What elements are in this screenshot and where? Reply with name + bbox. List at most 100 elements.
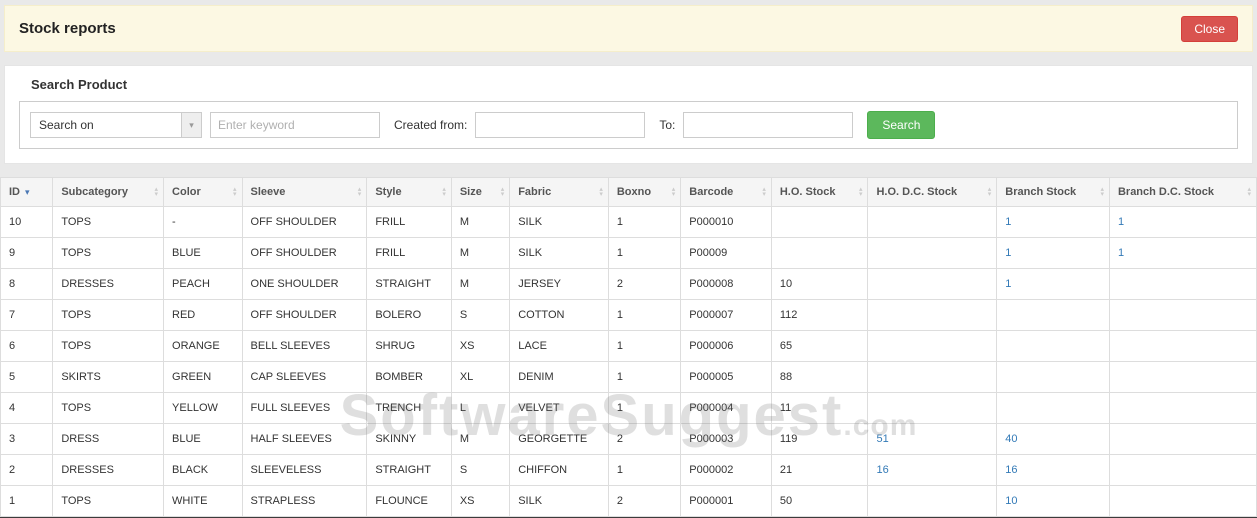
table-cell: FRILL bbox=[367, 207, 452, 238]
table-cell: CHIFFON bbox=[510, 455, 609, 486]
column-header[interactable]: Branch D.C. Stock▴▾ bbox=[1109, 178, 1256, 207]
to-label: To: bbox=[659, 118, 675, 132]
column-header[interactable]: Style▴▾ bbox=[367, 178, 452, 207]
table-cell: P000004 bbox=[681, 393, 772, 424]
table-cell: 11 bbox=[771, 393, 868, 424]
table-cell: P000007 bbox=[681, 300, 772, 331]
table-cell bbox=[771, 207, 868, 238]
table-cell: GEORGETTE bbox=[510, 424, 609, 455]
table-cell: 1 bbox=[1109, 238, 1256, 269]
table-cell: ONE SHOULDER bbox=[242, 269, 367, 300]
sort-icon: ▴▾ bbox=[988, 187, 992, 197]
table-cell: M bbox=[451, 269, 509, 300]
table-cell: GREEN bbox=[164, 362, 243, 393]
table-cell: DRESS bbox=[53, 424, 164, 455]
column-header[interactable]: Barcode▴▾ bbox=[681, 178, 772, 207]
table-cell bbox=[1109, 393, 1256, 424]
table-cell: 88 bbox=[771, 362, 868, 393]
stock-link[interactable]: 51 bbox=[876, 433, 888, 445]
table-cell: P000008 bbox=[681, 269, 772, 300]
table-cell: 21 bbox=[771, 455, 868, 486]
table-cell bbox=[997, 362, 1110, 393]
table-cell: BLUE bbox=[164, 424, 243, 455]
table-cell: 2 bbox=[1, 455, 53, 486]
table-cell: SKINNY bbox=[367, 424, 452, 455]
stock-link[interactable]: 40 bbox=[1005, 433, 1017, 445]
table-cell: - bbox=[164, 207, 243, 238]
table-cell bbox=[771, 238, 868, 269]
table-cell: 3 bbox=[1, 424, 53, 455]
table-cell: 40 bbox=[997, 424, 1110, 455]
search-panel-title: Search Product bbox=[31, 77, 1238, 92]
table-cell: S bbox=[451, 300, 509, 331]
column-header[interactable]: Sleeve▴▾ bbox=[242, 178, 367, 207]
table-cell bbox=[868, 207, 997, 238]
table-cell: 2 bbox=[608, 424, 680, 455]
table-cell: 112 bbox=[771, 300, 868, 331]
table-cell bbox=[868, 238, 997, 269]
stock-link[interactable]: 16 bbox=[876, 464, 888, 476]
sort-icon: ▴▾ bbox=[358, 187, 362, 197]
table-cell bbox=[868, 331, 997, 362]
table-cell: ORANGE bbox=[164, 331, 243, 362]
table-cell bbox=[1109, 362, 1256, 393]
column-header[interactable]: H.O. Stock▴▾ bbox=[771, 178, 868, 207]
table-cell: 1 bbox=[608, 238, 680, 269]
table-cell bbox=[868, 300, 997, 331]
column-header[interactable]: Subcategory▴▾ bbox=[53, 178, 164, 207]
chevron-down-icon[interactable]: ▾ bbox=[181, 113, 201, 137]
stock-link[interactable]: 10 bbox=[1005, 495, 1017, 507]
table-cell: OFF SHOULDER bbox=[242, 300, 367, 331]
column-header[interactable]: Fabric▴▾ bbox=[510, 178, 609, 207]
search-on-value: Search on bbox=[31, 113, 181, 137]
stock-link[interactable]: 1 bbox=[1005, 216, 1011, 228]
table-cell: P00009 bbox=[681, 238, 772, 269]
table-cell: 8 bbox=[1, 269, 53, 300]
stock-link[interactable]: 1 bbox=[1005, 278, 1011, 290]
table-cell: 5 bbox=[1, 362, 53, 393]
sort-icon: ▴▾ bbox=[599, 187, 603, 197]
column-header[interactable]: Boxno▴▾ bbox=[608, 178, 680, 207]
sort-icon: ▴▾ bbox=[762, 187, 766, 197]
table-cell: M bbox=[451, 238, 509, 269]
table-cell: XS bbox=[451, 486, 509, 517]
keyword-input[interactable] bbox=[210, 112, 380, 138]
stock-link[interactable]: 1 bbox=[1118, 216, 1124, 228]
table-cell: 1 bbox=[608, 207, 680, 238]
table-cell: WHITE bbox=[164, 486, 243, 517]
table-cell: 1 bbox=[608, 300, 680, 331]
table-cell: TOPS bbox=[53, 207, 164, 238]
column-header[interactable]: H.O. D.C. Stock▴▾ bbox=[868, 178, 997, 207]
table-cell bbox=[1109, 424, 1256, 455]
stock-link[interactable]: 16 bbox=[1005, 464, 1017, 476]
table-cell: RED bbox=[164, 300, 243, 331]
table-cell: 2 bbox=[608, 269, 680, 300]
column-header[interactable]: Size▴▾ bbox=[451, 178, 509, 207]
table-cell bbox=[1109, 269, 1256, 300]
column-header[interactable]: Color▴▾ bbox=[164, 178, 243, 207]
column-header[interactable]: ID▾ bbox=[1, 178, 53, 207]
stock-link[interactable]: 1 bbox=[1005, 247, 1011, 259]
stock-link[interactable]: 1 bbox=[1118, 247, 1124, 259]
table-cell: SKIRTS bbox=[53, 362, 164, 393]
close-button[interactable]: Close bbox=[1181, 16, 1238, 42]
created-from-input[interactable] bbox=[475, 112, 645, 138]
table-cell: 10 bbox=[997, 486, 1110, 517]
table-cell: 1 bbox=[997, 238, 1110, 269]
to-input[interactable] bbox=[683, 112, 853, 138]
search-button[interactable]: Search bbox=[867, 111, 935, 139]
table-row: 9TOPSBLUEOFF SHOULDERFRILLMSILK1P00009 1… bbox=[1, 238, 1257, 269]
table-cell: 1 bbox=[997, 269, 1110, 300]
table-row: 10TOPS-OFF SHOULDERFRILLMSILK1P000010 11 bbox=[1, 207, 1257, 238]
table-cell: HALF SLEEVES bbox=[242, 424, 367, 455]
table-cell: 9 bbox=[1, 238, 53, 269]
table-body: 10TOPS-OFF SHOULDERFRILLMSILK1P000010 11… bbox=[1, 207, 1257, 517]
table-cell: TRENCH bbox=[367, 393, 452, 424]
table-cell bbox=[868, 269, 997, 300]
table-cell: 16 bbox=[997, 455, 1110, 486]
stock-table-section: ID▾Subcategory▴▾Color▴▾Sleeve▴▾Style▴▾Si… bbox=[0, 177, 1257, 517]
column-header[interactable]: Branch Stock▴▾ bbox=[997, 178, 1110, 207]
search-on-select[interactable]: Search on ▾ bbox=[30, 112, 202, 138]
table-cell: 7 bbox=[1, 300, 53, 331]
table-cell: XS bbox=[451, 331, 509, 362]
